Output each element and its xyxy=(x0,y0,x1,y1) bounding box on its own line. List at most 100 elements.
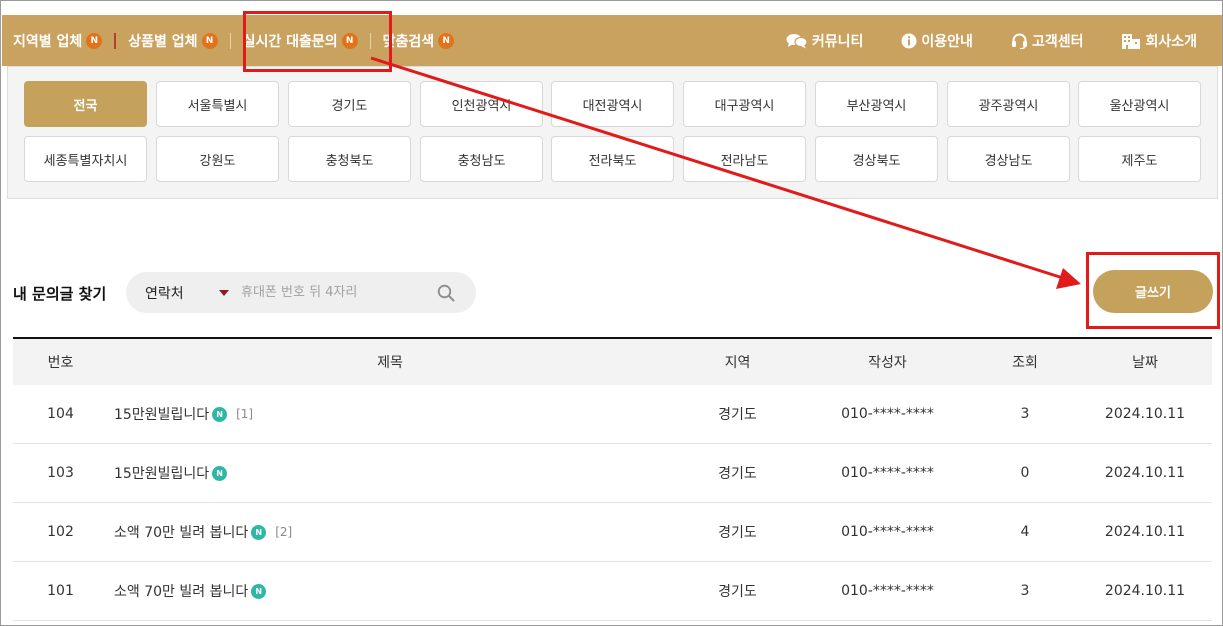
row-region: 경기도 xyxy=(718,407,757,423)
region-button[interactable]: 경상남도 xyxy=(947,136,1070,182)
row-number: 104 xyxy=(47,406,74,422)
row-author: 010-****-**** xyxy=(841,583,934,599)
nav-item-label: 맞춤검색 xyxy=(382,33,435,50)
nav-item-guide[interactable]: 이용안내 xyxy=(901,31,973,51)
row-region: 경기도 xyxy=(718,584,757,600)
row-views: 3 xyxy=(1020,406,1030,422)
nav-left-group: 지역별 업체 N 상품별 업체 N 실시간 대출문의 N 맞춤검색 N xyxy=(2,15,455,66)
row-region: 경기도 xyxy=(718,466,757,482)
row-title-cell: 15만원빌립니다 N xyxy=(108,463,672,483)
column-header-title: 제목 xyxy=(377,355,403,371)
row-author: 010-****-**** xyxy=(841,406,934,422)
column-header-number: 번호 xyxy=(47,355,74,371)
new-badge: N xyxy=(251,524,267,540)
page-frame: 지역별 업체 N 상품별 업체 N 실시간 대출문의 N 맞춤검색 N 커뮤니티… xyxy=(0,0,1223,626)
search-button[interactable] xyxy=(435,282,457,304)
nav-item-product[interactable]: 상품별 업체 N xyxy=(128,15,218,66)
row-title-cell: 소액 70만 빌려 봅니다 N [2] xyxy=(108,522,672,542)
caret-down-icon[interactable] xyxy=(219,289,229,296)
row-views: 4 xyxy=(1020,524,1030,540)
nav-divider xyxy=(114,32,117,49)
table-row[interactable]: 104 15만원빌립니다 N [1] 경기도 010-****-**** 3 2… xyxy=(13,385,1212,444)
new-badge: N xyxy=(201,32,218,49)
region-button[interactable]: 경기도 xyxy=(288,81,411,127)
new-badge: N xyxy=(86,32,103,49)
column-header-author: 작성자 xyxy=(868,355,907,371)
nav-item-label: 회사소개 xyxy=(1145,33,1197,50)
nav-item-label: 지역별 업체 xyxy=(13,33,83,50)
column-header-region: 지역 xyxy=(724,355,751,371)
inquiry-table: 번호 제목 지역 작성자 조회 날짜 104 15만원빌립니다 N [1] 경기… xyxy=(13,337,1212,621)
new-badge: N xyxy=(251,583,267,599)
info-icon xyxy=(901,33,917,48)
building-icon xyxy=(1122,33,1141,49)
nav-item-label: 커뮤니티 xyxy=(811,33,864,50)
post-title-link[interactable]: 15만원빌립니다 xyxy=(114,463,209,483)
region-button[interactable]: 충청남도 xyxy=(420,136,543,182)
comment-count: [2] xyxy=(275,525,293,539)
region-button[interactable]: 서울특별시 xyxy=(156,81,279,127)
nav-item-label: 상품별 업체 xyxy=(128,33,198,50)
region-button[interactable]: 강원도 xyxy=(156,136,279,182)
region-button[interactable]: 광주광역시 xyxy=(947,81,1070,127)
row-number: 102 xyxy=(47,524,74,540)
nav-item-customer-center[interactable]: 고객센터 xyxy=(1011,31,1083,51)
nav-item-community[interactable]: 커뮤니티 xyxy=(786,31,864,51)
row-title-cell: 소액 70만 빌려 봅니다 N xyxy=(108,581,672,601)
region-button[interactable]: 제주도 xyxy=(1078,136,1201,182)
row-date: 2024.10.11 xyxy=(1104,465,1186,481)
region-button[interactable]: 세종특별자치시 xyxy=(24,136,147,182)
row-views: 3 xyxy=(1020,583,1030,599)
row-date: 2024.10.11 xyxy=(1104,406,1186,422)
column-header-views: 조회 xyxy=(1012,355,1038,371)
nav-item-custom-search[interactable]: 맞춤검색 N xyxy=(383,15,455,66)
new-badge: N xyxy=(212,406,228,422)
nav-item-label: 이용안내 xyxy=(921,33,973,50)
table-row[interactable]: 103 15만원빌립니다 N 경기도 010-****-**** 0 2024.… xyxy=(13,444,1212,503)
table-row[interactable]: 102 소액 70만 빌려 봅니다 N [2] 경기도 010-****-***… xyxy=(13,503,1212,562)
nav-item-company[interactable]: 회사소개 xyxy=(1121,31,1197,51)
row-number: 103 xyxy=(47,465,74,481)
region-button[interactable]: 부산광역시 xyxy=(815,81,938,127)
region-button[interactable]: 전라북도 xyxy=(551,136,674,182)
nav-divider xyxy=(229,32,231,49)
nav-item-label: 실시간 대출문의 xyxy=(242,33,338,50)
row-author: 010-****-**** xyxy=(841,524,934,540)
region-button-nationwide[interactable]: 전국 xyxy=(24,81,147,127)
nav-right-group: 커뮤니티 이용안내 고객센터 회사소개 xyxy=(748,15,1197,66)
my-inquiry-search-label: 내 문의글 찾기 xyxy=(13,285,107,303)
nav-divider xyxy=(369,32,371,49)
row-author: 010-****-**** xyxy=(841,465,934,481)
row-date: 2024.10.11 xyxy=(1104,583,1186,599)
search-type-select[interactable]: 연락처 xyxy=(145,283,215,303)
post-title-link[interactable]: 소액 70만 빌려 봅니다 xyxy=(114,581,248,601)
comment-count: [1] xyxy=(236,407,254,421)
region-button[interactable]: 전라남도 xyxy=(683,136,806,182)
chat-icon xyxy=(786,33,808,48)
region-button[interactable]: 울산광역시 xyxy=(1078,81,1201,127)
nav-item-regional[interactable]: 지역별 업체 N xyxy=(13,15,103,66)
row-number: 101 xyxy=(47,583,74,599)
region-button[interactable]: 대구광역시 xyxy=(683,81,806,127)
inquiry-search-bar: 연락처 xyxy=(126,272,476,313)
region-button[interactable]: 대전광역시 xyxy=(551,81,674,127)
region-filter-panel: 전국 서울특별시 경기도 인천광역시 대전광역시 대구광역시 부산광역시 광주광… xyxy=(7,66,1218,199)
region-button[interactable]: 경상북도 xyxy=(815,136,938,182)
new-badge: N xyxy=(438,32,455,49)
row-title-cell: 15만원빌립니다 N [1] xyxy=(108,404,672,424)
search-icon xyxy=(437,284,455,301)
region-button[interactable]: 충청북도 xyxy=(288,136,411,182)
new-badge: N xyxy=(212,465,228,481)
post-title-link[interactable]: 소액 70만 빌려 봅니다 xyxy=(114,522,248,542)
arrow-head xyxy=(1056,268,1081,289)
write-post-button[interactable]: 글쓰기 xyxy=(1093,270,1213,313)
region-button[interactable]: 인천광역시 xyxy=(420,81,543,127)
post-title-link[interactable]: 15만원빌립니다 xyxy=(114,404,209,424)
column-header-date: 날짜 xyxy=(1132,355,1158,371)
nav-item-realtime-inquiry[interactable]: 실시간 대출문의 N xyxy=(243,15,358,66)
phone-search-input[interactable] xyxy=(241,285,421,300)
row-region: 경기도 xyxy=(718,525,757,541)
table-header-row: 번호 제목 지역 작성자 조회 날짜 xyxy=(13,337,1212,385)
row-date: 2024.10.11 xyxy=(1104,524,1186,540)
table-row[interactable]: 101 소액 70만 빌려 봅니다 N 경기도 010-****-**** 3 … xyxy=(13,562,1212,621)
